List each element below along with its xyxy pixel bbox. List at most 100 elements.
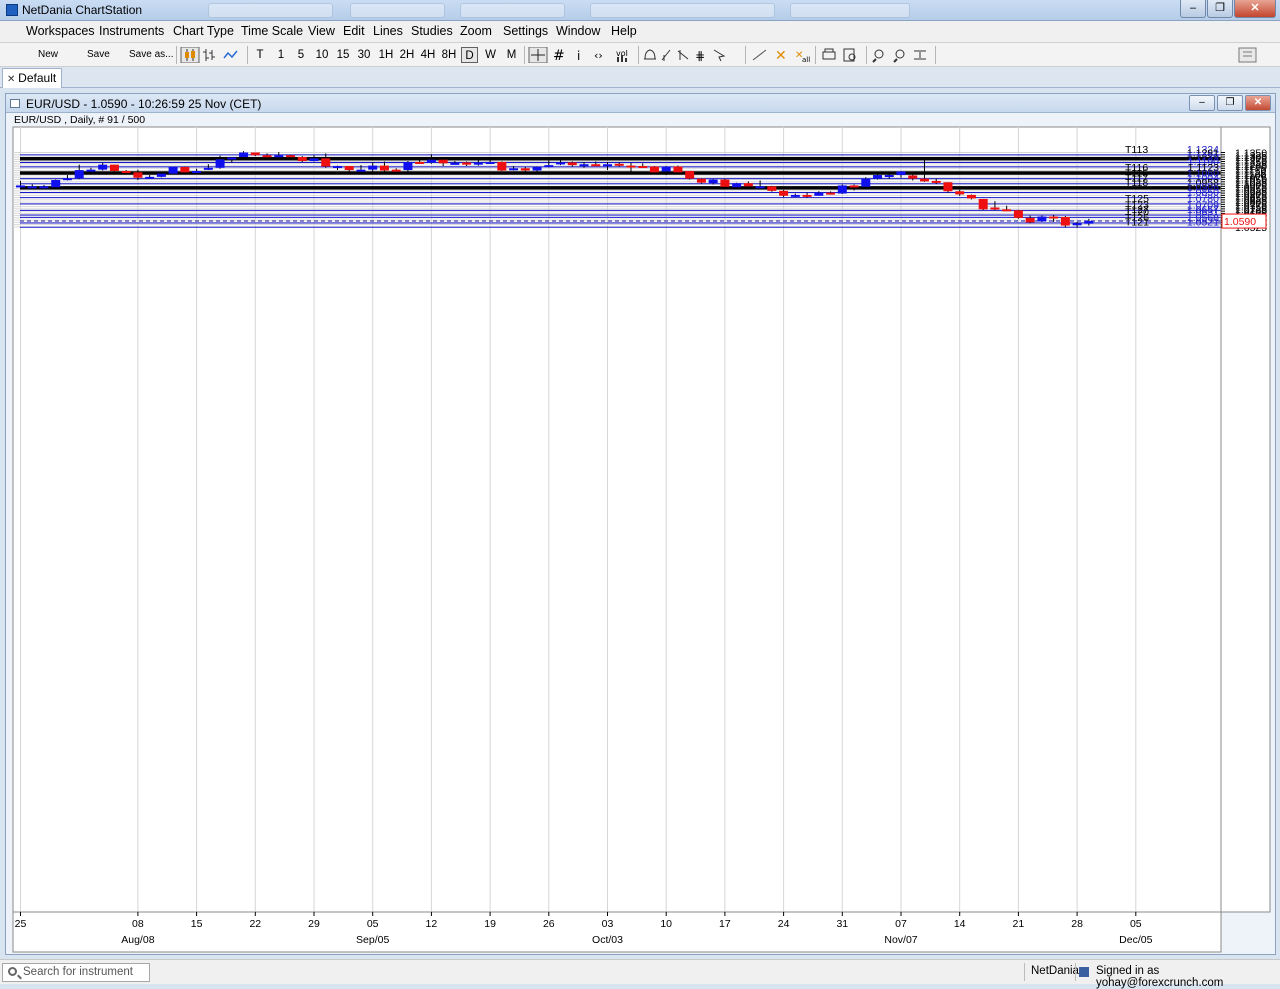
bearish-candle[interactable] — [720, 179, 730, 187]
bullish-candle[interactable] — [603, 164, 612, 167]
bullish-candle[interactable] — [1037, 216, 1047, 222]
bearish-candle[interactable] — [931, 180, 941, 183]
bullish-candle[interactable] — [509, 168, 519, 171]
bullish-candle[interactable] — [884, 175, 894, 178]
bearish-candle[interactable] — [1002, 209, 1012, 212]
bullish-candle[interactable] — [896, 171, 906, 176]
bullish-candle[interactable] — [227, 157, 237, 160]
bullish-candle[interactable] — [62, 178, 72, 181]
bearish-candle[interactable] — [438, 159, 448, 164]
bearish-candle[interactable] — [591, 164, 601, 167]
bearish-candle[interactable] — [391, 169, 401, 172]
bearish-candle[interactable] — [567, 162, 577, 166]
bearish-candle[interactable] — [978, 198, 988, 210]
bullish-candle[interactable] — [661, 166, 671, 172]
bearish-candle[interactable] — [462, 162, 472, 165]
bearish-candle[interactable] — [966, 194, 976, 199]
bullish-candle[interactable] — [192, 170, 202, 173]
bearish-candle[interactable] — [133, 172, 143, 178]
bearish-candle[interactable] — [1060, 216, 1070, 226]
bearish-candle[interactable] — [743, 183, 753, 187]
bullish-candle[interactable] — [39, 186, 49, 189]
bullish-candle[interactable] — [274, 155, 284, 158]
bearish-candle[interactable] — [614, 163, 624, 166]
bearish-candle[interactable] — [685, 170, 695, 179]
bearish-candle[interactable] — [767, 186, 777, 191]
bullish-candle[interactable] — [203, 167, 213, 170]
bullish-candle[interactable] — [790, 194, 800, 197]
bullish-candle[interactable] — [426, 159, 436, 163]
bullish-candle[interactable] — [579, 164, 589, 167]
bullish-candle[interactable] — [215, 159, 225, 168]
bullish-candle[interactable] — [708, 179, 718, 184]
bearish-candle[interactable] — [180, 166, 190, 173]
bearish-candle[interactable] — [1049, 216, 1059, 219]
bearish-candle[interactable] — [415, 161, 425, 164]
bullish-candle[interactable] — [1084, 221, 1094, 224]
bearish-candle[interactable] — [262, 155, 272, 158]
date-tick-label: 22 — [249, 918, 261, 930]
bullish-candle[interactable] — [544, 165, 554, 168]
bullish-candle[interactable] — [51, 180, 61, 188]
bearish-candle[interactable] — [379, 165, 389, 171]
bearish-candle[interactable] — [826, 192, 836, 195]
bullish-candle[interactable] — [145, 176, 155, 179]
bullish-candle[interactable] — [873, 175, 883, 179]
bullish-candle[interactable] — [755, 186, 765, 189]
plot-area[interactable] — [12, 126, 1222, 913]
bullish-candle[interactable] — [156, 173, 166, 177]
bearish-candle[interactable] — [849, 185, 859, 188]
bearish-candle[interactable] — [779, 190, 789, 196]
bullish-candle[interactable] — [861, 178, 871, 187]
bullish-candle[interactable] — [403, 161, 413, 171]
bearish-candle[interactable] — [520, 168, 530, 171]
bearish-candle[interactable] — [649, 166, 659, 173]
bearish-candle[interactable] — [626, 165, 636, 168]
bearish-candle[interactable] — [802, 194, 812, 197]
date-tick-label: 21 — [1013, 918, 1025, 930]
bearish-candle[interactable] — [638, 166, 648, 169]
bullish-candle[interactable] — [332, 166, 342, 169]
bullish-candle[interactable] — [814, 192, 824, 196]
price-axis[interactable] — [1220, 126, 1271, 913]
bullish-candle[interactable] — [556, 162, 566, 165]
instrument-search-input[interactable]: Search for instrument — [2, 963, 150, 982]
bearish-candle[interactable] — [344, 166, 354, 171]
bullish-candle[interactable] — [450, 162, 460, 165]
bullish-candle[interactable] — [837, 185, 847, 194]
bullish-candle[interactable] — [732, 183, 742, 188]
bearish-candle[interactable] — [1013, 210, 1023, 218]
bullish-candle[interactable] — [485, 161, 495, 164]
bullish-candle[interactable] — [16, 185, 25, 188]
bullish-candle[interactable] — [74, 170, 84, 179]
bullish-candle[interactable] — [86, 169, 96, 172]
bullish-candle[interactable] — [368, 165, 378, 170]
bearish-candle[interactable] — [908, 175, 918, 179]
date-tick-label: 24 — [778, 918, 790, 930]
bullish-candle[interactable] — [168, 166, 178, 174]
bearish-candle[interactable] — [943, 182, 953, 192]
bearish-candle[interactable] — [955, 191, 965, 195]
bearish-candle[interactable] — [297, 157, 307, 162]
bearish-candle[interactable] — [250, 152, 260, 156]
date-tick-label: 15 — [191, 918, 203, 930]
bearish-candle[interactable] — [673, 166, 683, 173]
bearish-candle[interactable] — [321, 158, 331, 167]
bullish-candle[interactable] — [473, 162, 483, 165]
bearish-candle[interactable] — [286, 155, 296, 158]
bearish-candle[interactable] — [1025, 217, 1035, 223]
bearish-candle[interactable] — [919, 178, 929, 182]
bullish-candle[interactable] — [239, 152, 249, 158]
bearish-candle[interactable] — [696, 178, 706, 183]
bearish-candle[interactable] — [990, 207, 1000, 210]
bullish-candle[interactable] — [1072, 223, 1082, 226]
bearish-candle[interactable] — [109, 164, 119, 171]
bullish-candle[interactable] — [356, 169, 366, 172]
price-chart[interactable]: T113 1.13241.12811.12391.1190T116 1.1123T1… — [0, 0, 1280, 959]
bullish-candle[interactable] — [532, 166, 542, 171]
bearish-candle[interactable] — [497, 161, 507, 171]
bullish-candle[interactable] — [27, 186, 37, 189]
bullish-candle[interactable] — [98, 164, 108, 170]
bearish-candle[interactable] — [121, 170, 131, 173]
bullish-candle[interactable] — [309, 158, 319, 162]
